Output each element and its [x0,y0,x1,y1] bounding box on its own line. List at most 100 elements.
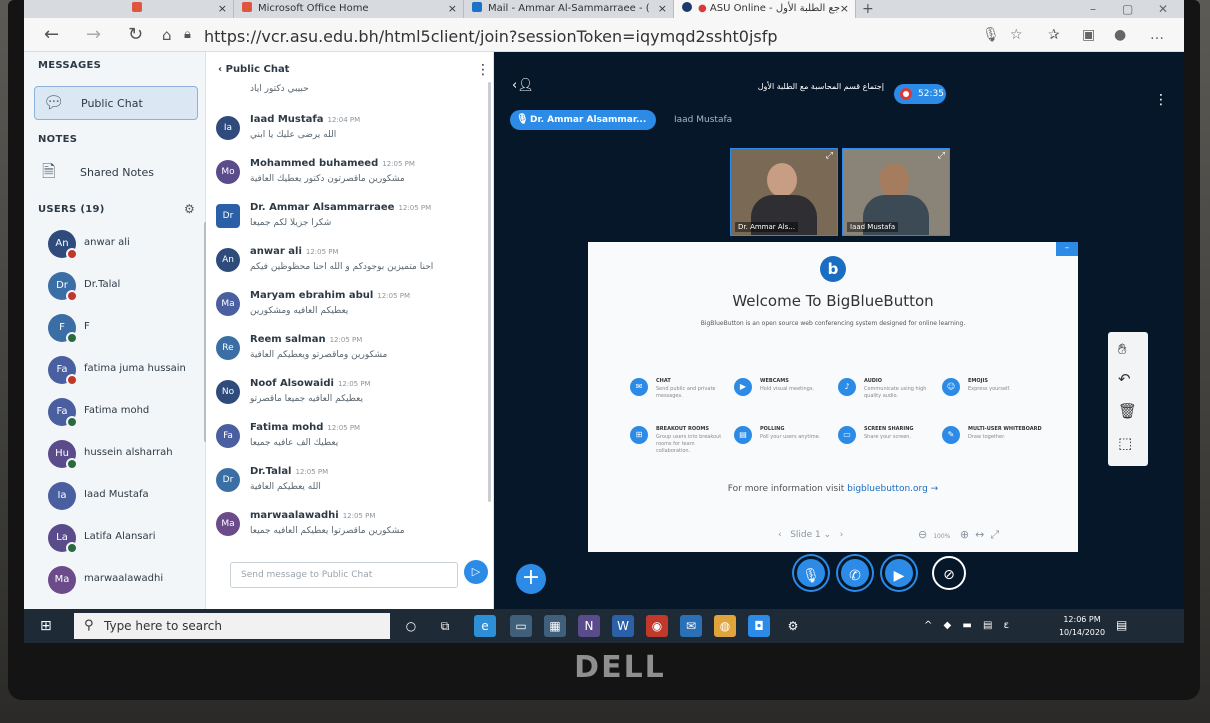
chat-message: Dr Dr. Ammar Alsammarraee 12:05 PM شكرا جزي… [216,198,486,242]
settings-gear-icon[interactable]: ⚙ [782,615,804,637]
webcam-person [879,163,909,197]
recording-indicator[interactable]: 52:35 [894,84,946,104]
tab-close-icon[interactable]: × [658,0,667,18]
expand-icon[interactable]: ⤢ [938,151,945,161]
webcam-button[interactable]: ▶ [882,556,916,590]
feature-title: POLLING [760,426,785,432]
browser-tab-1[interactable]: × [124,0,234,18]
fullscreen-icon[interactable]: ⤢ [990,528,1005,541]
favorite-star-icon[interactable]: ☆ [1010,27,1023,43]
undo-icon[interactable]: ↶ [1118,370,1131,388]
gear-icon[interactable]: ⚙ [184,202,195,216]
tab-favicon-icon [132,2,142,12]
phone-button[interactable]: ✆ [838,556,872,590]
user-name: Latifa Alansari [84,531,156,542]
chat-input[interactable]: Send message to Public Chat [230,562,458,588]
hand-tool-icon[interactable]: ✋︎ [1118,340,1127,358]
user-list-item[interactable]: An anwar ali [48,228,206,266]
firefox-icon[interactable]: ◉ [646,615,668,637]
maximize-icon[interactable]: ▢ [1122,0,1133,18]
profile-icon[interactable]: ● [1114,27,1126,43]
app-icon[interactable]: ◘ [748,615,770,637]
task-view-icon[interactable]: ⧉ [434,615,456,637]
send-icon[interactable]: ▷ [464,560,488,584]
toggle-userlist-icon[interactable]: ‹👤︎ [512,78,534,93]
chat-header[interactable]: ‹ Public Chat [218,64,289,75]
dell-logo: DELL [574,650,666,685]
file-explorer-icon[interactable]: ▭ [510,615,532,637]
fit-width-icon[interactable]: ↔ [975,528,990,541]
user-list-item[interactable]: La Latifa Alansari [48,522,206,560]
home-icon[interactable]: ⌂ [162,24,172,46]
forward-icon[interactable]: → [86,24,101,46]
chat-scrollbar[interactable] [488,82,491,502]
word-icon[interactable]: W [612,615,634,637]
feature-icon: ▶ [734,378,752,396]
feature-title: AUDIO [864,378,883,384]
chrome-icon[interactable]: ◍ [714,615,736,637]
microphone-button[interactable]: 🎙︎ [794,556,828,590]
avatar: Re [216,336,240,360]
zoom-out-icon[interactable]: ⊖ [918,528,933,541]
talking-indicator-ammar[interactable]: 🎙︎ Dr. Ammar Alsammar... [510,110,656,130]
browser-tab-office[interactable]: Microsoft Office Home × [234,0,464,18]
zoom-in-icon[interactable]: ⊕ [960,528,975,541]
user-list-item[interactable]: Ma marwaalawadhi [48,564,206,602]
slide-selector[interactable]: Slide 1 [790,530,821,540]
more-menu-icon[interactable]: … [1150,27,1164,43]
browser-tab-asu[interactable]: ● ASU Online - ‏ﺟﻊ الطلبة الأول × [674,0,856,18]
screen-share-button[interactable]: ⊘ [932,556,966,590]
user-list-item[interactable]: Fa fatima juma hussain [48,354,206,392]
webcam-iaad[interactable]: Iaad Mustafa ⤢ [842,148,950,236]
talking-indicator-iaad[interactable]: Iaad Mustafa [674,110,732,130]
trash-icon[interactable]: 🗑︎ [1118,402,1137,420]
tab-close-icon[interactable]: × [218,0,227,18]
edge-icon[interactable]: e [474,615,496,637]
browser-tab-mail[interactable]: Mail - Ammar Al-Sammarraee - ( × [464,0,674,18]
taskbar-search[interactable]: ⚲ Type here to search [74,613,390,639]
public-chat-item[interactable]: 💬︎ Public Chat [34,86,198,120]
feature-icon: ✎ [942,426,960,444]
previous-slide-icon[interactable]: ‹ [778,530,782,540]
tab-close-icon[interactable]: × [840,0,849,18]
bbb-link[interactable]: bigbluebutton.org → [847,484,938,494]
favorites-bar-icon[interactable]: ✰ [1048,27,1060,43]
multi-user-whiteboard-icon[interactable]: ⬚ [1118,434,1132,452]
zoom-level: 100% [933,533,951,540]
user-list-item[interactable]: FF [48,312,206,350]
close-window-icon[interactable]: ✕ [1158,0,1168,18]
minimize-icon[interactable]: – [1090,0,1096,18]
user-list-item[interactable]: Fa Fatima mohd [48,396,206,434]
webcam-person [767,163,797,197]
meeting-title: إجتماع قسم المحاسبة مع الطلبة الأول [757,82,884,91]
expand-icon[interactable]: ⤢ [826,151,833,161]
system-tray[interactable]: ^ ◆ ▬ ▤ ε [924,620,1013,631]
shared-notes-item[interactable]: 🗎︎ Shared Notes [34,156,198,190]
user-list-item[interactable]: Ia Iaad Mustafa [48,480,206,518]
collections-icon[interactable]: ▣ [1082,27,1095,43]
taskbar-clock[interactable]: 12:06 PM 10/14/2020 [1052,613,1112,639]
next-slide-icon[interactable]: › [840,530,844,540]
notification-icon[interactable]: ▤ [1116,618,1127,632]
refresh-icon[interactable]: ↻ [128,24,143,46]
windows-start-icon[interactable]: ⊞ [40,618,52,634]
webcam-ammar[interactable]: Dr. Ammar Als... ⤢ [730,148,838,236]
chat-options-icon[interactable]: ⋮ [476,62,490,78]
microphone-permission-icon[interactable]: 🎙︎ [982,27,1000,43]
chevron-down-icon[interactable]: ⌄ [824,530,832,540]
cortana-icon[interactable]: ○ [400,615,422,637]
options-menu-icon[interactable]: ⋮ [1154,92,1168,108]
actions-plus-button[interactable]: + [516,564,546,594]
onenote-icon[interactable]: N [578,615,600,637]
minimize-presentation-icon[interactable]: – [1056,242,1078,256]
back-icon[interactable]: ← [44,24,59,46]
office-icon [242,2,252,12]
tab-close-icon[interactable]: × [448,0,457,18]
store-icon[interactable]: ▦ [544,615,566,637]
message-sender: Dr. Ammar Alsammarraee 12:05 PM [250,202,432,213]
new-tab-button[interactable]: + [862,0,874,18]
mail-icon[interactable]: ✉ [680,615,702,637]
url-field[interactable]: https://vcr.asu.edu.bh/html5client/join?… [204,27,778,46]
user-list-item[interactable]: Dr Dr.Talal [48,270,206,308]
user-list-item[interactable]: Hu hussein alsharrah [48,438,206,476]
